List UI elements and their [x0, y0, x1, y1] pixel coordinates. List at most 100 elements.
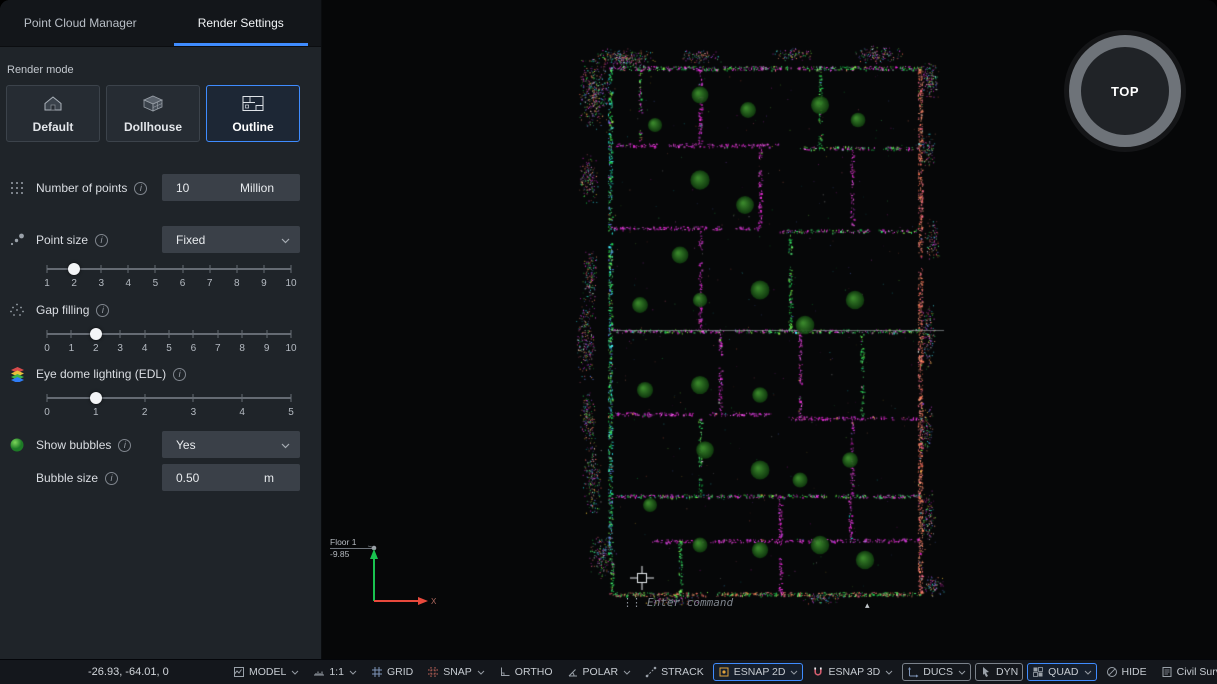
slider-tick-label: 6	[180, 278, 186, 289]
number-of-points-input[interactable]: 10 Million	[162, 174, 300, 201]
setting-number-of-points: Number of points i 10 Million	[0, 174, 321, 202]
statusbar-label: MODEL	[249, 666, 286, 678]
statusbar-snap[interactable]: SNAP	[422, 663, 490, 681]
chevron-down-icon	[1084, 670, 1092, 675]
chevron-down-icon	[349, 670, 357, 675]
slider-tick	[155, 265, 156, 273]
render-mode-label: Outline	[232, 120, 273, 134]
sidebar-tabs: Point Cloud Manager Render Settings	[0, 0, 321, 47]
command-history-arrow[interactable]: ▴	[865, 600, 870, 611]
dyn-icon	[980, 666, 992, 678]
render-mode-default-button[interactable]: Default	[6, 85, 100, 142]
tab-point-cloud-manager[interactable]: Point Cloud Manager	[0, 0, 161, 46]
edl-layers-icon	[7, 366, 27, 382]
chevron-down-icon	[958, 670, 966, 675]
esnap3d-icon	[812, 666, 824, 678]
view-orientation-indicator[interactable]: TOP	[1069, 35, 1181, 147]
chevron-down-icon	[790, 670, 798, 675]
slider-tick-label: 6	[191, 343, 197, 354]
chevron-down-icon	[623, 670, 631, 675]
slider-tick-label: 2	[142, 407, 148, 418]
info-icon[interactable]: i	[96, 304, 109, 317]
info-icon[interactable]: i	[118, 439, 131, 452]
slider-tick-label: 1	[69, 343, 75, 354]
dollhouse-icon	[141, 94, 165, 116]
render-settings-panel: Render mode Default Dollhouse	[0, 47, 321, 659]
slider-tick-label: 4	[142, 343, 148, 354]
slider-tick	[47, 394, 48, 402]
statusbar-items: MODEL 1:1 GRID SNAP ORTHO POLAR STRACKESNAP 2D…	[228, 663, 1217, 681]
command-line[interactable]: ⋮⋮ Enter command	[622, 596, 733, 609]
statusbar-label: ESNAP 3D	[828, 666, 880, 678]
application-window: Point Cloud Manager Render Settings Rend…	[0, 0, 1217, 684]
slider-tick	[291, 394, 292, 402]
slider-tick	[217, 330, 218, 338]
slider-track	[47, 397, 291, 399]
statusbar-label: POLAR	[583, 666, 619, 678]
info-icon[interactable]: i	[134, 182, 147, 195]
info-icon[interactable]: i	[173, 368, 186, 381]
command-prompt-text: Enter command	[647, 596, 733, 609]
show-bubbles-dropdown[interactable]: Yes	[162, 431, 300, 458]
setting-bubble-size: Bubble size i 0.50 m	[0, 464, 321, 492]
statusbar-ortho[interactable]: ORTHO	[494, 663, 558, 681]
status-bar: -26.93, -64.01, 0 MODEL1:1GRIDSNAPORTHOP…	[0, 659, 1217, 684]
slider-handle[interactable]	[68, 263, 80, 275]
info-icon[interactable]: i	[105, 472, 118, 485]
slider-tick-label: 9	[261, 278, 267, 289]
statusbar-strack[interactable]: STRACK	[640, 663, 709, 681]
statusbar-label: ORTHO	[515, 666, 553, 678]
slider-tick-label: 7	[207, 278, 213, 289]
statusbar-dyn[interactable]: DYN	[975, 663, 1023, 681]
slider-tick-label: 5	[288, 407, 294, 418]
slider-tick-label: 8	[234, 278, 240, 289]
esnap2d-icon	[718, 666, 730, 678]
slider-tick	[144, 394, 145, 402]
statusbar-esnap2d[interactable]: ESNAP 2D	[713, 663, 804, 681]
edl-slider[interactable]: 012345	[47, 390, 291, 422]
statusbar-scale[interactable]: 1:1	[308, 663, 362, 681]
view-orientation-label: TOP	[1111, 84, 1139, 99]
statusbar-grid[interactable]: GRID	[366, 663, 418, 681]
bubble-size-unit: m	[264, 471, 274, 485]
render-mode-dollhouse-button[interactable]: Dollhouse	[106, 85, 200, 142]
slider-tick-label: 4	[126, 278, 132, 289]
bubble-size-input[interactable]: 0.50 m	[162, 464, 300, 491]
slider-tick	[120, 330, 121, 338]
slider-handle[interactable]	[90, 328, 102, 340]
render-mode-outline-button[interactable]: Outline	[206, 85, 300, 142]
point-size-dropdown[interactable]: Fixed	[162, 226, 300, 253]
slider-tick	[193, 394, 194, 402]
slider-tick	[47, 330, 48, 338]
statusbar-label: SNAP	[443, 666, 472, 678]
show-bubbles-value: Yes	[176, 438, 196, 452]
slider-handle[interactable]	[90, 392, 102, 404]
slider-tick-label: 3	[98, 278, 104, 289]
slider-tick-label: 0	[44, 343, 50, 354]
statusbar-label: DYN	[996, 666, 1018, 678]
statusbar-esnap3d[interactable]: ESNAP 3D	[807, 663, 898, 681]
gap-filling-slider[interactable]: 012345678910	[47, 326, 291, 358]
slider-tick-label: 2	[71, 278, 77, 289]
slider-tick-label: 5	[166, 343, 172, 354]
chevron-down-icon	[291, 670, 299, 675]
info-icon[interactable]: i	[95, 234, 108, 247]
setting-label: Point size	[36, 233, 88, 247]
statusbar-polar[interactable]: POLAR	[562, 663, 637, 681]
setting-label: Gap filling	[36, 303, 89, 317]
command-prompt-icon: ⋮⋮	[622, 596, 640, 609]
setting-label: Eye dome lighting (EDL)	[36, 367, 166, 381]
statusbar-quad[interactable]: QUAD	[1027, 663, 1096, 681]
slider-tick-label: 3	[117, 343, 123, 354]
statusbar-label: 1:1	[329, 666, 344, 678]
grid-icon	[371, 666, 383, 678]
statusbar-civil[interactable]: Civil Survey	[1156, 663, 1217, 681]
tab-render-settings[interactable]: Render Settings	[161, 0, 322, 46]
point-size-slider[interactable]: 12345678910	[47, 261, 291, 293]
slider-tick-label: 10	[285, 343, 296, 354]
statusbar-model[interactable]: MODEL	[228, 663, 304, 681]
statusbar-hide[interactable]: HIDE	[1101, 663, 1152, 681]
hide-icon	[1106, 666, 1118, 678]
statusbar-ducs[interactable]: DUCS	[902, 663, 971, 681]
statusbar-label: Civil Survey	[1177, 666, 1217, 678]
